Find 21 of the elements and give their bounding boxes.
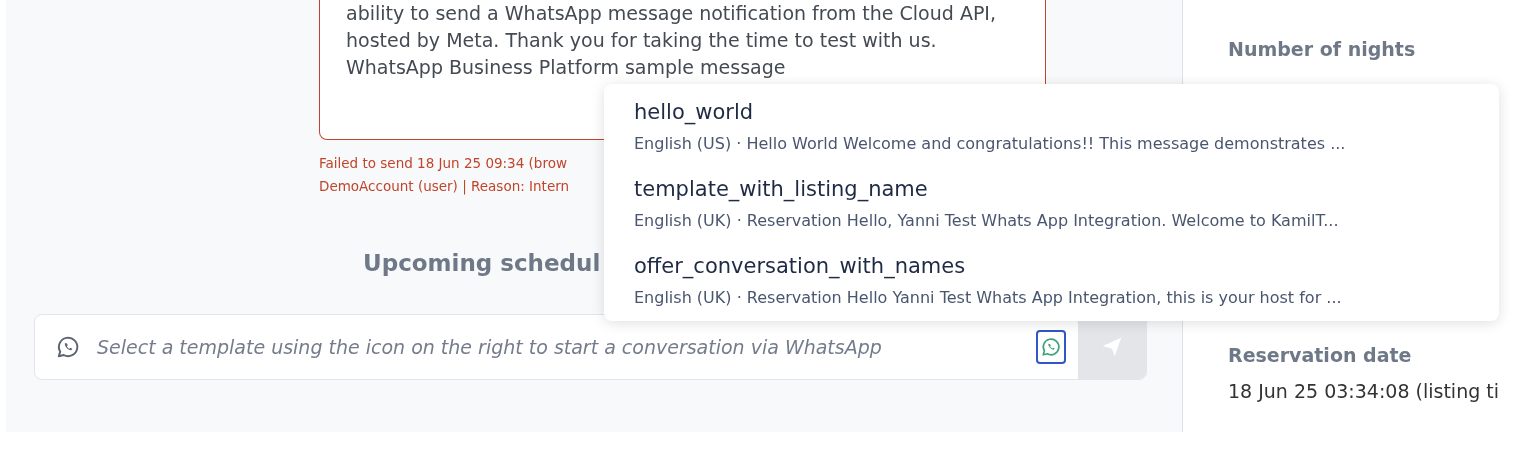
whatsapp-icon bbox=[55, 334, 81, 360]
detail-value: 18 Jun 25 03:34:08 (listing ti bbox=[1228, 380, 1500, 402]
section-heading: Upcoming schedul bbox=[363, 250, 601, 276]
message-text: WhatsApp Business Platform sample message bbox=[346, 55, 787, 80]
template-name[interactable]: offer_conversation_with_names bbox=[634, 254, 966, 278]
detail-label: Reservation date bbox=[1228, 344, 1413, 366]
template-name[interactable]: template_with_listing_name bbox=[634, 177, 928, 201]
failed-status-text: DemoAccount (user) | Reason: Intern bbox=[319, 177, 570, 196]
template-description: English (UK) · Reservation Hello, Yanni Test Whats App Integration. Welcome to KamilT... bbox=[634, 211, 1339, 230]
whatsapp-icon bbox=[1040, 336, 1062, 358]
template-button[interactable] bbox=[1036, 330, 1066, 364]
message-text: ability to send a WhatsApp message notification from the Cloud API, bbox=[346, 1, 997, 26]
template-description: English (UK) · Reservation Hello Yanni Test Whats App Integration, this is your host for ... bbox=[634, 288, 1342, 307]
send-icon bbox=[1101, 336, 1123, 358]
message-input[interactable]: Select a template using the icon on the right to start a conversation via WhatsApp bbox=[95, 335, 1036, 359]
template-name[interactable]: hello_world bbox=[634, 100, 754, 124]
message-text: hosted by Meta. Thank you for taking the time to test with us. bbox=[346, 28, 938, 53]
failed-status-text: Failed to send 18 Jun 25 09:34 (brow bbox=[319, 154, 567, 173]
message-field[interactable]: Select a template using the icon on the right to start a conversation via WhatsApp bbox=[34, 314, 1147, 380]
detail-label: Number of nights bbox=[1228, 38, 1417, 60]
template-description: English (US) · Hello World Welcome and congratulations!! This message demonstrates ... bbox=[634, 134, 1346, 153]
